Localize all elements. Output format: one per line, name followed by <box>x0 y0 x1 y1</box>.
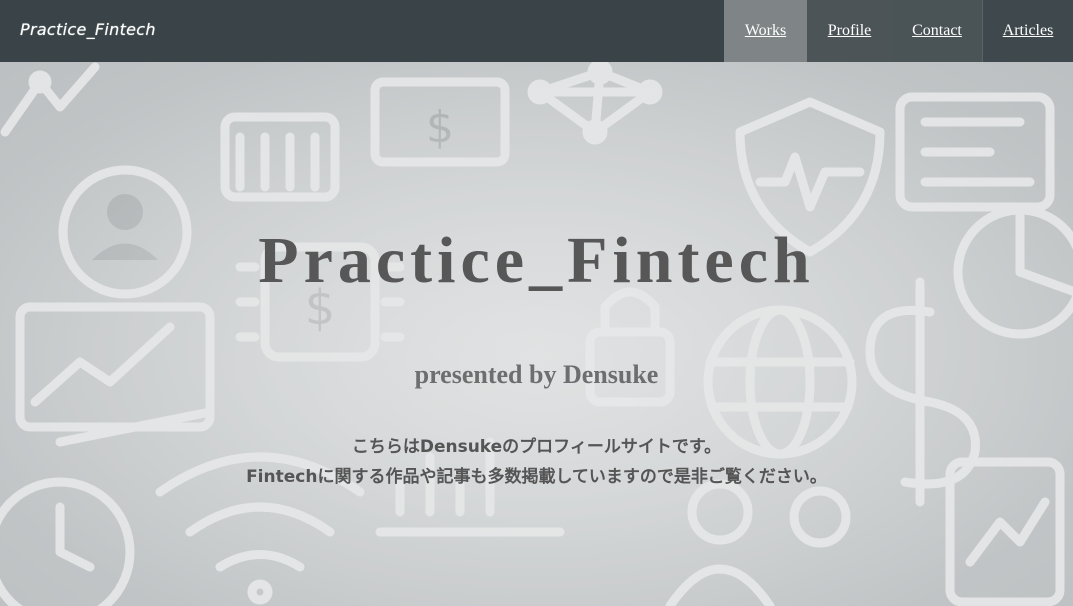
hero-description: こちらはDensukeのプロフィールサイトです。 Fintechに関する作品や記… <box>0 432 1073 492</box>
background-overlay <box>0 62 1073 606</box>
hero-description-line-1: こちらはDensukeのプロフィールサイトです。 <box>351 437 722 457</box>
nav-articles-link[interactable]: Articles <box>982 0 1073 62</box>
hero-section: $ <box>0 62 1073 606</box>
nav-works-link[interactable]: Works <box>724 0 807 62</box>
hero-subtitle: presented by Densuke <box>414 360 659 389</box>
hero-title: Practice_Fintech <box>258 224 815 297</box>
nav-profile-link[interactable]: Profile <box>807 0 892 62</box>
nav-contact-link[interactable]: Contact <box>892 0 982 62</box>
site-logo[interactable]: Practice_Fintech <box>20 20 156 39</box>
page: Practice_Fintech Works Profile Contact A… <box>0 0 1073 606</box>
main-nav: Works Profile Contact Articles <box>724 0 1073 62</box>
site-header: Practice_Fintech Works Profile Contact A… <box>0 0 1073 62</box>
hero-description-line-2: Fintechに関する作品や記事も多数掲載していますので是非ご覧ください。 <box>246 467 827 487</box>
